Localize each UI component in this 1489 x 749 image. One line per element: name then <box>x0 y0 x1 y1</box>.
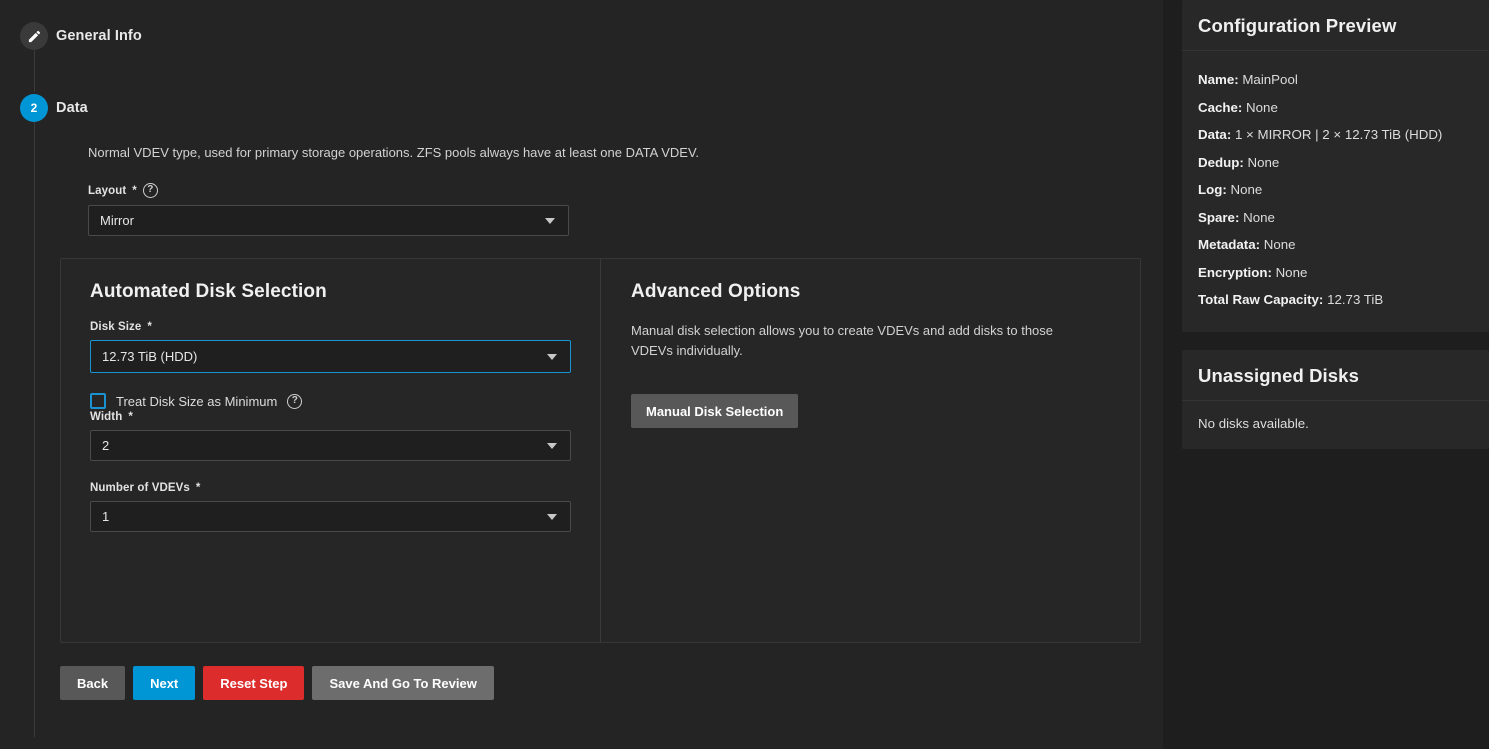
config-row: Dedup: None <box>1198 149 1473 177</box>
step-number-badge: 2 <box>20 94 48 122</box>
wizard-step-general-info[interactable]: General Info <box>0 18 1163 54</box>
config-row-value: None <box>1246 99 1278 115</box>
config-row: Metadata: None <box>1198 231 1473 259</box>
config-row: Encryption: None <box>1198 259 1473 287</box>
config-row: Cache: None <box>1198 94 1473 122</box>
wizard-sidebar: Configuration Preview Name: MainPool Cac… <box>1163 0 1489 749</box>
chevron-down-icon <box>547 513 557 520</box>
layout-select[interactable]: Mirror <box>88 205 569 237</box>
automated-disk-selection-heading: Automated Disk Selection <box>90 281 327 303</box>
save-and-go-to-review-button[interactable]: Save And Go To Review <box>312 666 494 701</box>
unassigned-disks-title: Unassigned Disks <box>1182 350 1489 401</box>
config-row-value: None <box>1247 154 1280 170</box>
unassigned-disks-body: No disks available. <box>1182 401 1489 449</box>
chevron-down-icon <box>545 217 555 224</box>
disk-selection-card: Automated Disk Selection Disk Size * 12.7… <box>60 258 1141 644</box>
pencil-icon <box>20 22 48 50</box>
help-circle-icon[interactable]: ? <box>287 393 303 409</box>
number-of-vdevs-label-text: Number of VDEVs <box>90 482 190 495</box>
unassigned-disks-empty-message: No disks available. <box>1198 415 1309 431</box>
required-asterisk: * <box>128 411 133 424</box>
pool-creation-wizard: General Info 2 Data Normal VDEV type, us… <box>0 0 1489 749</box>
config-row: Spare: None <box>1198 204 1473 232</box>
stepper-connector-line <box>33 50 35 92</box>
number-of-vdevs-select[interactable]: 1 <box>90 501 571 533</box>
layout-select-value: Mirror <box>100 213 134 229</box>
required-asterisk: * <box>147 321 152 334</box>
layout-label-text: Layout <box>88 184 127 197</box>
config-row-key: Encryption: <box>1198 264 1272 280</box>
disk-size-label-text: Disk Size <box>90 321 142 334</box>
data-step-body: Normal VDEV type, used for primary stora… <box>60 144 1163 237</box>
required-asterisk: * <box>195 482 201 495</box>
unassigned-disks-card: Unassigned Disks No disks available. <box>1182 349 1489 449</box>
chevron-down-icon <box>547 442 557 449</box>
config-row-key: Dedup: <box>1198 154 1244 170</box>
width-select[interactable]: 2 <box>90 430 571 462</box>
config-row-key: Metadata: <box>1198 237 1261 252</box>
number-of-vdevs-field: Number of VDEVs * 1 <box>90 482 571 533</box>
help-circle-icon[interactable]: ? <box>142 183 158 199</box>
width-select-value: 2 <box>102 438 110 454</box>
config-row-value: 1 × MIRROR | 2 × 12.73 TiB (HDD) <box>1234 127 1443 142</box>
width-label: Width * <box>90 411 571 423</box>
config-row-key: Name: <box>1198 72 1239 87</box>
treat-disk-size-as-minimum-row[interactable]: Treat Disk Size as Minimum ? <box>90 393 600 410</box>
config-row-key: Cache: <box>1198 99 1243 115</box>
disk-size-select-value: 12.73 TiB (HDD) <box>102 349 198 365</box>
disk-size-select[interactable]: 12.73 TiB (HDD) <box>90 340 571 374</box>
wizard-main-panel: General Info 2 Data Normal VDEV type, us… <box>0 0 1163 749</box>
treat-disk-size-as-minimum-label: Treat Disk Size as Minimum <box>116 393 278 409</box>
config-row-key: Data: <box>1198 127 1232 142</box>
config-row-value: 12.73 TiB <box>1327 292 1384 307</box>
config-row-key: Spare: <box>1198 209 1240 225</box>
stepper-connector-line <box>33 122 35 737</box>
width-label-text: Width <box>90 411 123 424</box>
number-of-vdevs-select-value: 1 <box>102 509 110 525</box>
config-row-key: Log: <box>1198 182 1227 197</box>
wizard-footer-actions: Back Next Reset Step Save And Go To Revi… <box>60 666 1163 701</box>
config-row: Log: None <box>1198 176 1473 204</box>
advanced-options-heading: Advanced Options <box>631 281 801 303</box>
config-row: Data: 1 × MIRROR | 2 × 12.73 TiB (HDD) <box>1198 121 1473 149</box>
number-of-vdevs-label: Number of VDEVs * <box>90 482 571 494</box>
config-row: Total Raw Capacity: 12.73 TiB <box>1198 286 1473 314</box>
next-button[interactable]: Next <box>133 666 196 701</box>
reset-step-button[interactable]: Reset Step <box>203 666 305 701</box>
layout-field: Layout * ? Mirror <box>88 183 569 237</box>
wizard-step-label: General Info <box>56 28 142 44</box>
vdev-description: Normal VDEV type, used for primary stora… <box>88 145 700 160</box>
disk-size-label: Disk Size * <box>90 321 571 333</box>
configuration-preview-card: Configuration Preview Name: MainPool Cac… <box>1182 0 1489 332</box>
config-row-key: Total Raw Capacity: <box>1198 292 1324 307</box>
wizard-step-data[interactable]: 2 Data <box>0 90 1163 126</box>
wizard-step-label: Data <box>56 100 88 116</box>
width-field: Width * 2 <box>90 411 571 462</box>
advanced-options-description: Manual disk selection allows you to crea… <box>631 323 1054 358</box>
configuration-preview-body: Name: MainPool Cache: None Data: 1 × MIR… <box>1182 51 1489 332</box>
chevron-down-icon <box>547 353 557 360</box>
manual-disk-selection-button[interactable]: Manual Disk Selection <box>631 394 799 429</box>
disk-size-field: Disk Size * 12.73 TiB (HDD) <box>90 321 571 374</box>
automated-disk-selection-section: Automated Disk Selection Disk Size * 12.7… <box>61 259 601 643</box>
config-row-value: MainPool <box>1242 72 1298 87</box>
config-row-value: None <box>1230 182 1263 197</box>
advanced-options-section: Advanced Options Manual disk selection a… <box>601 259 1140 642</box>
config-row-value: None <box>1263 237 1296 252</box>
treat-disk-size-as-minimum-checkbox[interactable] <box>90 393 106 410</box>
required-asterisk: * <box>132 184 137 197</box>
layout-label: Layout * ? <box>88 183 569 199</box>
config-row: Name: MainPool <box>1198 66 1473 94</box>
back-button[interactable]: Back <box>60 666 126 701</box>
configuration-preview-title: Configuration Preview <box>1182 0 1489 51</box>
config-row-value: None <box>1275 264 1308 280</box>
config-row-value: None <box>1243 209 1275 225</box>
